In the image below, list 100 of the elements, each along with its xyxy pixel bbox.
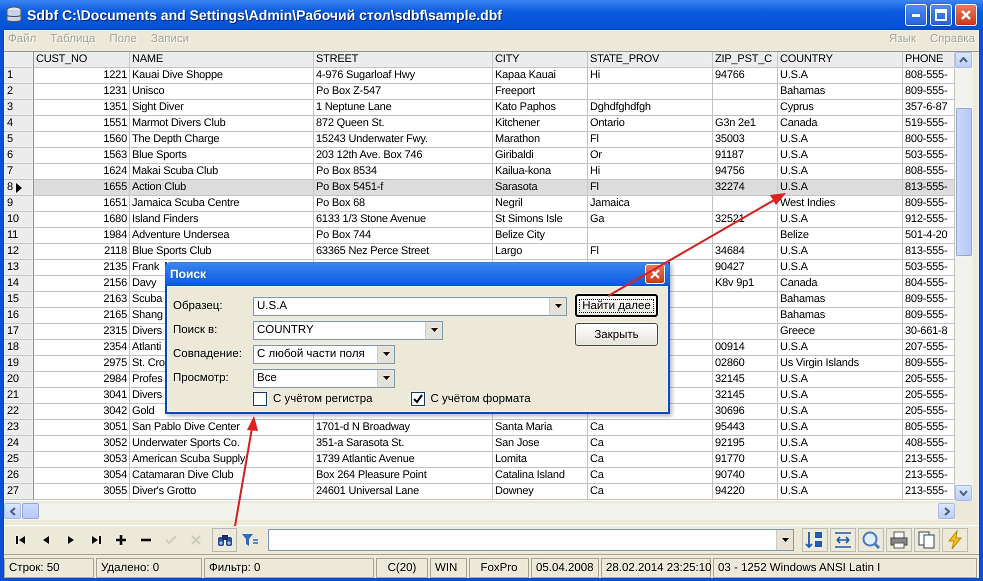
table-cell: 92195 (715, 437, 745, 449)
table-cell: U.S.A (780, 133, 808, 145)
table-cell: 35003 (715, 133, 745, 145)
vertical-scrollbar[interactable] (955, 52, 973, 501)
table-row[interactable]: 11 1984 Adventure Undersea Po Box 744 Belize City Belize 501-4-20 (4, 228, 955, 244)
dialog-button[interactable]: Найти далее (575, 294, 658, 317)
column-header[interactable]: STATE_PROV (588, 52, 713, 68)
find-button[interactable] (212, 528, 237, 552)
table-cell: 205-555- (905, 373, 948, 385)
lightning-icon (945, 530, 965, 550)
table-cell: U.S.A (780, 405, 808, 417)
table-cell: 351-a Sarasota St. (316, 437, 404, 449)
minimize-button[interactable] (905, 4, 927, 26)
zoom-button[interactable] (858, 528, 884, 552)
table-cell: 2165 (103, 309, 127, 321)
table-cell: 207-555- (905, 341, 948, 353)
table-cell: 205-555- (905, 405, 948, 417)
print-button[interactable] (886, 528, 912, 552)
table-cell: U.S.A (780, 421, 808, 433)
row-number: 1 (4, 68, 34, 84)
column-header[interactable]: CITY (493, 52, 588, 68)
table-row[interactable]: 24 3052 Underwater Sports Co. 351-a Sarasota St. San Jose Ca 92195 U.S.A 408-555- (4, 436, 955, 452)
table-cell: Diver's Grotto (132, 485, 196, 497)
sort-button[interactable] (802, 528, 828, 552)
table-row[interactable]: 4 1551 Marmot Divers Club 872 Queen St. Kitchener Ontario G3n 2e1 Canada 519-555- (4, 116, 955, 132)
table-cell: Underwater Sports Co. (132, 437, 240, 449)
dropdown-arrow-icon (382, 352, 390, 356)
table-row[interactable]: 27 3055 Diver's Grotto 24601 Universal Lane Downey Ca 94220 U.S.A 213-555- (4, 484, 955, 500)
table-cell: 3054 (103, 469, 127, 481)
dialog-button[interactable]: Закрыть (575, 323, 658, 346)
table-cell: 1739 Atlantic Avenue (316, 453, 415, 465)
table-cell: 2984 (103, 373, 127, 385)
row-number: 18 (4, 340, 34, 356)
row-number: 20 (4, 372, 34, 388)
table-cell: Unisco (132, 85, 164, 97)
caret-icon (959, 57, 968, 63)
table-row[interactable]: 8 1655 Action Club Po Box 5451-f Sarasota Fl 32274 U.S.A 813-555- (4, 180, 955, 196)
scroll-thumb[interactable] (22, 503, 39, 519)
row-number: 12 (4, 244, 34, 260)
row-number: 10 (4, 212, 34, 228)
table-cell: 2315 (103, 325, 127, 337)
fit-button[interactable] (830, 528, 856, 552)
table-cell: Cyprus (780, 101, 814, 113)
table-row[interactable]: 3 1351 Sight Diver 1 Neptune Lane Kato Paphos Dghdfghdfgh Cyprus 357-6-87 (4, 100, 955, 116)
combo-field[interactable]: Все (253, 368, 395, 388)
close-button[interactable] (955, 4, 977, 26)
scroll-down-button[interactable] (955, 485, 972, 501)
table-cell: Bahamas (780, 85, 826, 97)
scroll-left-button[interactable] (4, 503, 21, 519)
sort-icon (805, 530, 825, 550)
column-header[interactable]: PHONE (903, 52, 955, 68)
scroll-up-button[interactable] (955, 52, 972, 68)
table-cell: Catalina Island (495, 469, 565, 481)
table-cell: Action Club (132, 181, 186, 193)
table-cell: 15243 Underwater Fwy. (316, 133, 428, 145)
table-row[interactable]: 26 3054 Catamaran Dive Club Box 264 Pleasure Point Catalina Island Ca 90740 U.S.A 213-555- (4, 468, 955, 484)
table-cell: Po Box 8534 (316, 165, 377, 177)
table-cell: K8v 9p1 (715, 277, 754, 289)
table-cell: Santa Maria (495, 421, 552, 433)
table-cell: Ontario (590, 117, 625, 129)
combo-field[interactable]: С любой части поля (253, 344, 395, 364)
table-row[interactable]: 25 3053 American Scuba Supply 1739 Atlantic Avenue Lomita Ca 91770 U.S.A 213-555- (4, 452, 955, 468)
table-cell: 519-555- (905, 117, 948, 129)
horizontal-scrollbar[interactable] (4, 503, 955, 520)
scroll-thumb[interactable] (956, 108, 972, 256)
column-header[interactable]: NAME (130, 52, 314, 68)
checkbox[interactable]: С учётом регистра (253, 392, 372, 406)
table-row[interactable]: 2 1231 Unisco Po Box Z-547 Freeport Bahamas 809-555- (4, 84, 955, 100)
combo-field[interactable]: COUNTRY (253, 320, 443, 340)
table-row[interactable]: 12 2118 Blue Sports Club 63365 Nez Perce Street Largo Fl 34684 U.S.A 813-555- (4, 244, 955, 260)
maximize-button[interactable] (930, 4, 952, 26)
table-cell: Jamaica (590, 197, 630, 209)
row-number: 22 (4, 404, 34, 420)
scroll-right-button[interactable] (938, 503, 955, 519)
column-header[interactable]: CUST_NO (34, 52, 130, 68)
table-row[interactable]: 6 1563 Blue Sports 203 12th Ave. Box 746 Giribaldi Or 91187 U.S.A 503-555- (4, 148, 955, 164)
column-header[interactable]: COUNTRY (778, 52, 903, 68)
table-cell: Ga (590, 213, 604, 225)
copy-button[interactable] (914, 528, 940, 552)
table-row[interactable]: 5 1560 The Depth Charge 15243 Underwater Fwy. Marathon Fl 35003 U.S.A 800-555- (4, 132, 955, 148)
table-cell: Ca (590, 469, 604, 481)
table-row[interactable]: 1 1221 Kauai Dive Shoppe 4-976 Sugarloaf Hwy Kapaa Kauai Hi 94766 U.S.A 808-555- (4, 68, 955, 84)
status-panel: 05.04.2008 (531, 558, 599, 578)
table-cell: St Simons Isle (495, 213, 563, 225)
table-cell: 213-555- (905, 453, 948, 465)
column-header[interactable]: STREET (314, 52, 493, 68)
table-cell: 503-555- (905, 149, 948, 161)
table-cell: Us Virgin Islands (780, 357, 859, 369)
row-number: 23 (4, 420, 34, 436)
table-row[interactable]: 9 1651 Jamaica Scuba Centre Po Box 68 Negril Jamaica West Indies 809-555- (4, 196, 955, 212)
table-cell: 1231 (103, 85, 127, 97)
combo-field[interactable]: U.S.A (253, 296, 567, 316)
table-cell: Catamaran Dive Club (132, 469, 234, 481)
table-cell: 2975 (103, 357, 127, 369)
checkbox[interactable]: С учётом формата (410, 392, 531, 406)
table-row[interactable]: 23 3051 San Pablo Dive Center 1701-d N Broadway Santa Maria Ca 95443 U.S.A 805-555- (4, 420, 955, 436)
column-header[interactable]: ZIP_PST_C (713, 52, 778, 68)
row-number: 13 (4, 260, 34, 276)
table-cell: Atlanti (132, 341, 162, 353)
filter-combo-field[interactable] (268, 529, 794, 551)
